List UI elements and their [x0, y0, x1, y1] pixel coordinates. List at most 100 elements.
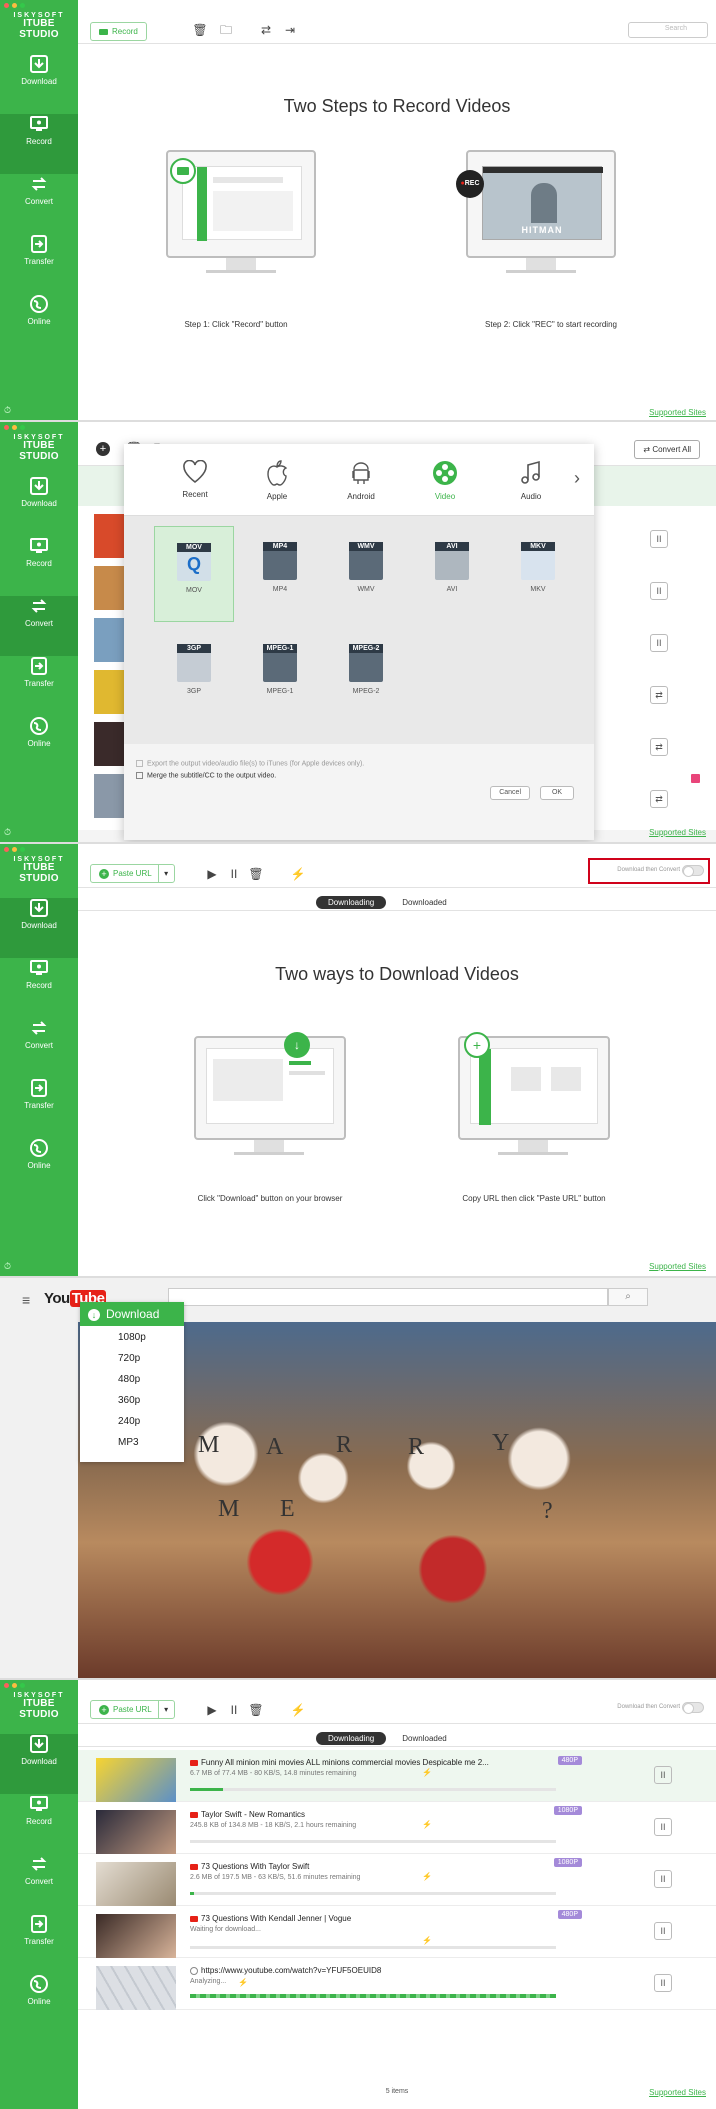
nav-download[interactable]: Download — [0, 54, 78, 114]
turbo-icon[interactable]: ⚡ — [290, 866, 306, 882]
nav-transfer[interactable]: Transfer — [0, 234, 78, 294]
paste-url-button[interactable]: + Paste URL ▾ — [90, 864, 175, 883]
nav-transfer[interactable]: Transfer — [0, 1914, 78, 1974]
resolution-option[interactable]: 1080p — [80, 1326, 184, 1347]
convert-all-button[interactable]: ⇄ Convert All — [634, 440, 700, 459]
tab-downloading[interactable]: Downloading — [316, 1732, 387, 1745]
nav-convert[interactable]: Convert — [0, 1018, 78, 1078]
search-button[interactable]: ⌕ — [608, 1288, 648, 1306]
trash-icon[interactable]: 🗑 — [248, 866, 264, 882]
download-row[interactable]: Taylor Swift - New Romantics 245.8 KB of… — [78, 1802, 716, 1854]
nav-convert[interactable]: Convert — [0, 1854, 78, 1914]
supported-sites-link[interactable]: Supported Sites — [649, 1262, 706, 1271]
tab-downloading[interactable]: Downloading — [316, 896, 387, 909]
dropdown-arrow-icon[interactable]: ▾ — [157, 1701, 174, 1718]
play-icon[interactable]: ▶ — [204, 866, 220, 882]
turbo-icon[interactable]: ⚡ — [290, 1702, 306, 1718]
download-then-convert-toggle[interactable] — [682, 1702, 704, 1714]
clock-icon[interactable]: ⏱ — [4, 1261, 11, 1272]
tab-downloaded[interactable]: Downloaded — [390, 896, 458, 909]
download-row[interactable]: Funny All minion mini movies ALL minions… — [78, 1750, 716, 1802]
nav-record[interactable]: Record — [0, 114, 78, 174]
format-mkv[interactable]: MKV MKV — [498, 526, 578, 622]
convert-row-button[interactable]: ⇄ — [650, 686, 668, 704]
nav-download[interactable]: Download — [0, 1734, 78, 1794]
nav-transfer[interactable]: Transfer — [0, 1078, 78, 1138]
search-input[interactable]: Search — [628, 22, 708, 38]
pause-button[interactable]: II — [650, 634, 668, 652]
export-itunes-checkbox[interactable]: Export the output video/audio file(s) to… — [136, 760, 364, 767]
nav-download[interactable]: Download — [0, 476, 78, 536]
format-mpeg1[interactable]: MPEG-1 MPEG-1 — [240, 628, 320, 724]
format-avi[interactable]: AVI AVI — [412, 526, 492, 622]
ok-button[interactable]: OK — [540, 786, 574, 800]
transfer-icon[interactable]: ⇥ — [282, 22, 298, 38]
nav-convert[interactable]: Convert — [0, 174, 78, 234]
search-input[interactable] — [168, 1288, 608, 1306]
nav-record[interactable]: Record — [0, 1794, 78, 1854]
pause-button[interactable]: II — [654, 1818, 672, 1836]
dropdown-arrow-icon[interactable]: ▾ — [157, 865, 174, 882]
pause-button[interactable]: II — [654, 1922, 672, 1940]
folder-icon[interactable]: 🗀 — [218, 22, 234, 38]
tab-apple[interactable]: Apple — [242, 460, 312, 501]
trash-icon[interactable]: 🗑 — [248, 1702, 264, 1718]
download-row[interactable]: 73 Questions With Kendall Jenner | Vogue… — [78, 1906, 716, 1958]
pause-button[interactable]: II — [650, 582, 668, 600]
window-controls[interactable] — [4, 1683, 25, 1688]
record-button[interactable]: Record — [90, 22, 147, 41]
nav-transfer[interactable]: Transfer — [0, 656, 78, 716]
resolution-option[interactable]: 240p — [80, 1410, 184, 1431]
delete-icon[interactable] — [691, 774, 700, 783]
download-row[interactable]: 73 Questions With Taylor Swift 2.6 MB of… — [78, 1854, 716, 1906]
format-mp4[interactable]: MP4 MP4 — [240, 526, 320, 622]
nav-convert[interactable]: Convert — [0, 596, 78, 656]
cancel-button[interactable]: Cancel — [490, 786, 530, 800]
window-controls[interactable] — [4, 847, 25, 852]
format-3gp[interactable]: 3GP 3GP — [154, 628, 234, 724]
tab-downloaded[interactable]: Downloaded — [390, 1732, 458, 1745]
clock-icon[interactable]: ⏱ — [4, 405, 11, 416]
trash-icon[interactable]: 🗑 — [192, 22, 208, 38]
nav-online[interactable]: Online — [0, 716, 78, 776]
format-wmv[interactable]: WMV WMV — [326, 526, 406, 622]
add-icon[interactable]: + — [96, 442, 110, 456]
tab-audio[interactable]: Audio — [496, 460, 566, 501]
nav-download[interactable]: Download — [0, 898, 78, 958]
pause-icon[interactable]: II — [226, 1702, 242, 1718]
window-controls[interactable] — [4, 3, 25, 8]
pause-icon[interactable]: II — [226, 866, 242, 882]
paste-url-button[interactable]: + Paste URL ▾ — [90, 1700, 175, 1719]
nav-record[interactable]: Record — [0, 536, 78, 596]
resolution-option[interactable]: 720p — [80, 1347, 184, 1368]
format-mov[interactable]: MOV Q MOV — [154, 526, 234, 622]
supported-sites-link[interactable]: Supported Sites — [649, 408, 706, 417]
convert-row-button[interactable]: ⇄ — [650, 738, 668, 756]
resolution-option[interactable]: 480p — [80, 1368, 184, 1389]
convert-icon[interactable]: ⇄ — [258, 22, 274, 38]
format-mpeg2[interactable]: MPEG-2 MPEG-2 — [326, 628, 406, 724]
nav-online[interactable]: Online — [0, 1138, 78, 1198]
download-button[interactable]: ↓ Download — [80, 1302, 184, 1326]
resolution-option[interactable]: MP3 — [80, 1431, 184, 1452]
supported-sites-link[interactable]: Supported Sites — [649, 828, 706, 837]
tab-recent[interactable]: Recent — [160, 460, 230, 499]
pause-button[interactable]: II — [650, 530, 668, 548]
merge-subtitle-checkbox[interactable]: Merge the subtitle/CC to the output vide… — [136, 772, 276, 779]
convert-row-button[interactable]: ⇄ — [650, 790, 668, 808]
nav-online[interactable]: Online — [0, 294, 78, 354]
pause-button[interactable]: II — [654, 1766, 672, 1784]
window-controls[interactable] — [4, 425, 25, 430]
clock-icon[interactable]: ⏱ — [4, 827, 11, 838]
nav-record[interactable]: Record — [0, 958, 78, 1018]
pause-button[interactable]: II — [654, 1870, 672, 1888]
nav-online[interactable]: Online — [0, 1974, 78, 2034]
pause-button[interactable]: II — [654, 1974, 672, 1992]
tab-android[interactable]: Android — [326, 460, 396, 501]
resolution-option[interactable]: 360p — [80, 1389, 184, 1410]
chevron-right-icon[interactable]: › — [574, 468, 580, 489]
play-icon[interactable]: ▶ — [204, 1702, 220, 1718]
tab-video[interactable]: Video — [410, 460, 480, 501]
download-then-convert-toggle[interactable] — [682, 865, 704, 877]
supported-sites-link[interactable]: Supported Sites — [649, 2088, 706, 2097]
